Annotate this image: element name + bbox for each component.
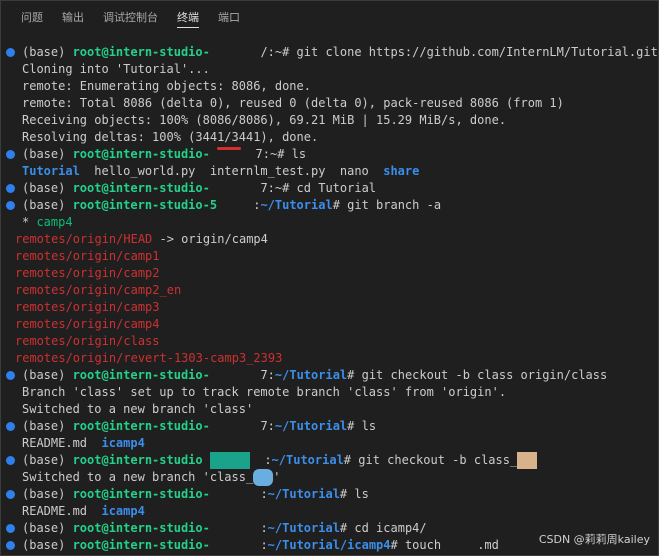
redaction-mark [217,147,242,150]
terminal-line: remotes/origin/camp2 [15,266,160,280]
terminal-line: (base) root@intern-studio- 7:~# ls [1,146,658,163]
redaction-block [253,469,274,486]
command-decoration-icon[interactable] [6,422,15,431]
terminal-line: Cloning into 'Tutorial'... [22,62,210,76]
terminal-line: remotes/origin/HEAD -> origin/camp4 [15,232,268,246]
terminal-line: remotes/origin/camp4 [15,317,160,331]
redaction-block [517,452,538,469]
terminal-line: (base) root@intern-studio- 7:~# cd Tutor… [1,180,658,197]
tab-output[interactable]: 输出 [62,1,84,33]
redaction-block [209,452,250,469]
terminal-line: README.md icamp4 [22,504,145,518]
command-decoration-icon[interactable] [6,201,15,210]
terminal-line: (base) root@intern-studio- 7:~/Tutorial#… [1,418,658,435]
terminal-output[interactable]: (base) root@intern-studio- /:~# git clon… [1,44,658,555]
terminal-line: remotes/origin/class [15,334,160,348]
terminal-line: remotes/origin/revert-1303-camp3_2393 [15,351,283,365]
terminal-line: (base) root@intern-studio- :~/Tutorial# … [1,486,658,503]
terminal-line: Tutorial hello_world.py internlm_test.py… [22,164,420,178]
terminal-line: (base) root@intern-studio :~/Tutorial# g… [1,452,658,469]
terminal-line: Switched to a new branch 'class' [22,402,254,416]
terminal-line: remotes/origin/camp1 [15,249,160,263]
command-decoration-icon[interactable] [6,371,15,380]
terminal-line: remote: Enumerating objects: 8086, done. [22,79,311,93]
terminal-line: Receiving objects: 100% (8086/8086), 69.… [22,113,507,127]
command-decoration-icon[interactable] [6,184,15,193]
terminal-line: * camp4 [22,215,73,229]
terminal-line: (base) root@intern-studio- 7:~/Tutorial#… [1,367,658,384]
terminal-line: (base) root@intern-studio-5 :~/Tutorial#… [1,197,658,214]
terminal-panel: 问题 输出 调试控制台 终端 端口 (base) root@intern-stu… [0,0,659,556]
terminal-line: Branch 'class' set up to track remote br… [22,385,507,399]
command-decoration-icon[interactable] [6,150,15,159]
tab-debug-console[interactable]: 调试控制台 [103,1,158,33]
terminal-line: remotes/origin/camp2_en [15,283,182,297]
command-decoration-icon[interactable] [6,541,15,550]
tab-ports[interactable]: 端口 [218,1,240,33]
command-decoration-icon[interactable] [6,524,15,533]
command-decoration-icon[interactable] [6,456,15,465]
terminal-line: Switched to a new branch 'class_ ' [22,469,281,486]
command-decoration-icon[interactable] [6,48,15,57]
tab-problems[interactable]: 问题 [21,1,43,33]
terminal-line: remotes/origin/camp3 [15,300,160,314]
tab-terminal[interactable]: 终端 [177,1,199,33]
command-decoration-icon[interactable] [6,490,15,499]
panel-tabs: 问题 输出 调试控制台 终端 端口 [1,1,658,33]
terminal-line: (base) root@intern-studio- /:~# git clon… [1,44,658,61]
terminal-line: remote: Total 8086 (delta 0), reused 0 (… [22,96,564,110]
terminal-line: README.md icamp4 [22,436,145,450]
terminal-line: Resolving deltas: 100% (3441/3441), done… [22,130,319,144]
watermark: CSDN @莉莉周kailey [538,533,650,546]
